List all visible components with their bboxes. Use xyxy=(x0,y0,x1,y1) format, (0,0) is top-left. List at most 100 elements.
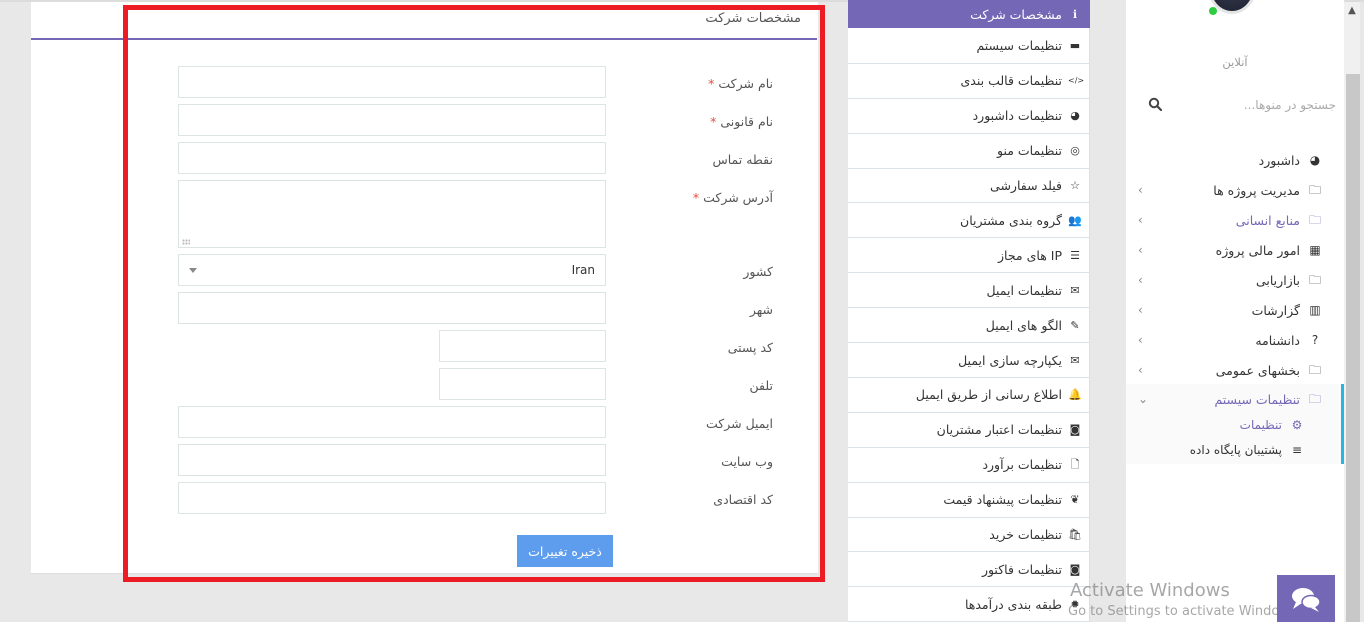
sidebar-item[interactable]: ‹ گزارشات ▥ xyxy=(1126,295,1344,325)
sidebar-item[interactable]: داشبورد ◕ xyxy=(1126,145,1344,175)
resize-grip-icon[interactable] xyxy=(182,239,190,245)
dashboard-icon: ◕ xyxy=(1309,153,1321,167)
settings-menu-item-label: مشخصات شرکت xyxy=(970,6,1062,22)
sidebar-subitem[interactable]: پشتیبان پایگاه داده ≡ xyxy=(1126,438,1344,462)
label-text: آدرس شرکت xyxy=(703,190,773,205)
legal-name-input[interactable] xyxy=(178,104,606,136)
chevron-left-icon[interactable]: ‹ xyxy=(1138,273,1143,287)
settings-menu-item[interactable]: تنظیمات خرید 🛍 xyxy=(848,518,1090,553)
sidebar-item[interactable]: ‹ امور مالی پروژه ▦ xyxy=(1126,235,1344,265)
settings-menu-item[interactable]: تنظیمات قالب بندی </> xyxy=(848,64,1090,99)
sidebar-item[interactable]: ‹ دانشنامه? xyxy=(1126,325,1344,355)
sidebar-subitem[interactable]: تنظیمات ⚙ xyxy=(1126,413,1344,437)
settings-submenu: مشخصات شرکت ℹ تنظیمات سیستم ▬ تنظیمات قالب ب… xyxy=(848,0,1090,622)
settings-menu-item[interactable]: تنظیمات پیشنهاد قیمت ❦ xyxy=(848,483,1090,518)
search-icon[interactable] xyxy=(1148,97,1162,111)
chevron-down-icon[interactable]: ⌄ xyxy=(1138,392,1148,406)
sidebar-item[interactable]: ‹ مدیریت پروژه ها 🗀 xyxy=(1126,175,1344,205)
online-status-text: آنلاین xyxy=(1222,55,1248,69)
sidebar-item[interactable]: ‹ بخشهای عمومی 🗀 xyxy=(1126,355,1344,385)
label-text: کد اقتصادی xyxy=(713,492,773,507)
settings-menu-item-label: فیلد سفارشی xyxy=(990,178,1062,194)
settings-menu-item-label: تنظیمات سیستم xyxy=(976,38,1062,54)
contact-point-input[interactable] xyxy=(178,142,606,174)
settings-menu-item-label: تنظیمات پیشنهاد قیمت xyxy=(943,492,1062,508)
scroll-up-arrow-icon[interactable]: ▲ xyxy=(1344,2,1360,20)
settings-menu-item[interactable]: الگو های ایمیل ✎ xyxy=(848,308,1090,344)
menu-search-input[interactable] xyxy=(1142,92,1338,118)
settings-menu-item[interactable]: گروه بندی مشتریان 👥 xyxy=(848,204,1090,239)
country-select[interactable]: Iran xyxy=(178,254,606,286)
website-input[interactable] xyxy=(178,444,606,476)
settings-menu-item[interactable]: مشخصات شرکت ℹ xyxy=(848,0,1090,28)
settings-menu-item-label: تنظیمات اعتبار مشتریان xyxy=(936,422,1062,438)
envelope-icon: ✉ xyxy=(1070,283,1080,297)
settings-menu-item[interactable]: تنظیمات اعتبار مشتریان ◙ xyxy=(848,413,1090,448)
settings-menu-item[interactable]: IP های مجاز ☰ xyxy=(848,238,1090,274)
sidebar-item[interactable]: ‹ منابع انسانی 🗀 xyxy=(1126,205,1344,235)
company-address-textarea[interactable] xyxy=(178,180,606,248)
folder-icon: 🗀 xyxy=(1308,213,1321,227)
label-text: کد پستی xyxy=(727,340,773,355)
chevron-left-icon[interactable]: ‹ xyxy=(1138,183,1143,197)
file-icon: 🗋 xyxy=(1070,458,1080,472)
sidebar-item[interactable]: ⌄ تنظیمات سیستم 🗀 xyxy=(1126,384,1344,414)
save-changes-button[interactable]: ذخیره تغییرات xyxy=(517,535,613,567)
online-status-dot xyxy=(1209,7,1217,15)
city-input[interactable] xyxy=(178,292,606,324)
settings-menu-item-label: تنظیمات داشبورد xyxy=(972,108,1062,124)
settings-menu-item[interactable]: اطلاع رسانی از طریق ایمیل 🔔 xyxy=(848,378,1090,413)
sidebar-subitem-label: تنظیمات xyxy=(1239,418,1282,432)
sidebar-subitem-label: پشتیبان پایگاه داده xyxy=(1189,443,1282,457)
sidebar-item[interactable]: ‹ بازاریابی 🗀 xyxy=(1126,265,1344,295)
economic-code-input[interactable] xyxy=(178,482,606,514)
chevron-left-icon[interactable]: ‹ xyxy=(1138,363,1143,377)
caret-down-icon xyxy=(189,267,197,273)
cogs-icon: ⚙ xyxy=(1291,418,1303,432)
chat-button[interactable] xyxy=(1277,575,1335,622)
settings-menu-item[interactable]: تنظیمات فاکتور ◙ xyxy=(848,553,1090,588)
settings-menu-item[interactable]: تنظیمات ایمیل ✉ xyxy=(848,273,1090,309)
settings-menu-item-label: IP های مجاز xyxy=(998,247,1062,263)
question-icon: ? xyxy=(1311,333,1319,347)
label-text: نام قانونی xyxy=(720,114,773,129)
money-icon: ◙ xyxy=(1069,423,1081,437)
chevron-left-icon[interactable]: ‹ xyxy=(1138,333,1143,347)
settings-menu-item[interactable]: فیلد سفارشی ☆ xyxy=(848,169,1090,204)
country-select-value: Iran xyxy=(571,263,595,277)
settings-menu-item-label: یکپارچه سازی ایمیل xyxy=(958,352,1062,368)
label-text: شهر xyxy=(749,302,773,317)
sidebar-item-label: امور مالی پروژه xyxy=(1215,242,1300,258)
label-country: کشور xyxy=(593,264,773,279)
envelope-outline-icon: ✉ xyxy=(1070,353,1080,367)
settings-menu-item[interactable]: یکپارچه سازی ایمیل ✉ xyxy=(848,343,1090,378)
page-scrollbar[interactable]: ▲ xyxy=(1344,2,1360,622)
chat-bubbles-icon xyxy=(1292,587,1321,612)
company-email-input[interactable] xyxy=(178,406,606,438)
database-icon: ≡ xyxy=(1291,443,1303,457)
desktop-icon: ▬ xyxy=(1069,39,1081,53)
settings-menu-item[interactable]: تنظیمات داشبورد ◕ xyxy=(848,99,1090,134)
sidebar-item-label: مدیریت پروژه ها xyxy=(1213,182,1300,198)
settings-menu-item[interactable]: تنظیمات منو ◎ xyxy=(848,134,1090,169)
settings-menu-item[interactable]: طبقه بندی درآمدها ✹ xyxy=(848,587,1090,622)
folder-icon: 🗀 xyxy=(1308,363,1321,377)
folder-icon: 🗀 xyxy=(1308,392,1321,406)
label-legal-name: نام قانونی* xyxy=(593,114,773,129)
company-info-panel: مشخصات شرکت نام شرکت* نام قانونی* نقطه ت… xyxy=(31,2,818,574)
company-name-input[interactable] xyxy=(178,66,606,98)
form-labels: نام شرکت* نام قانونی* نقطه تماس آدرس شرک… xyxy=(593,2,773,562)
settings-menu-item[interactable]: تنظیمات برآورد 🗋 xyxy=(848,448,1090,483)
label-postal-code: کد پستی xyxy=(593,340,773,355)
chevron-left-icon[interactable]: ‹ xyxy=(1138,213,1143,227)
scrollbar-thumb[interactable] xyxy=(1346,74,1360,622)
folder-icon: 🗀 xyxy=(1308,183,1321,197)
chevron-left-icon[interactable]: ‹ xyxy=(1138,243,1143,257)
phone-input[interactable] xyxy=(439,368,606,400)
compass-icon: ◎ xyxy=(1070,144,1080,158)
chevron-left-icon[interactable]: ‹ xyxy=(1138,303,1143,317)
edit-icon: ✎ xyxy=(1070,318,1080,332)
required-mark: * xyxy=(710,114,717,129)
settings-menu-item[interactable]: تنظیمات سیستم ▬ xyxy=(848,29,1090,64)
postal-code-input[interactable] xyxy=(439,330,606,362)
